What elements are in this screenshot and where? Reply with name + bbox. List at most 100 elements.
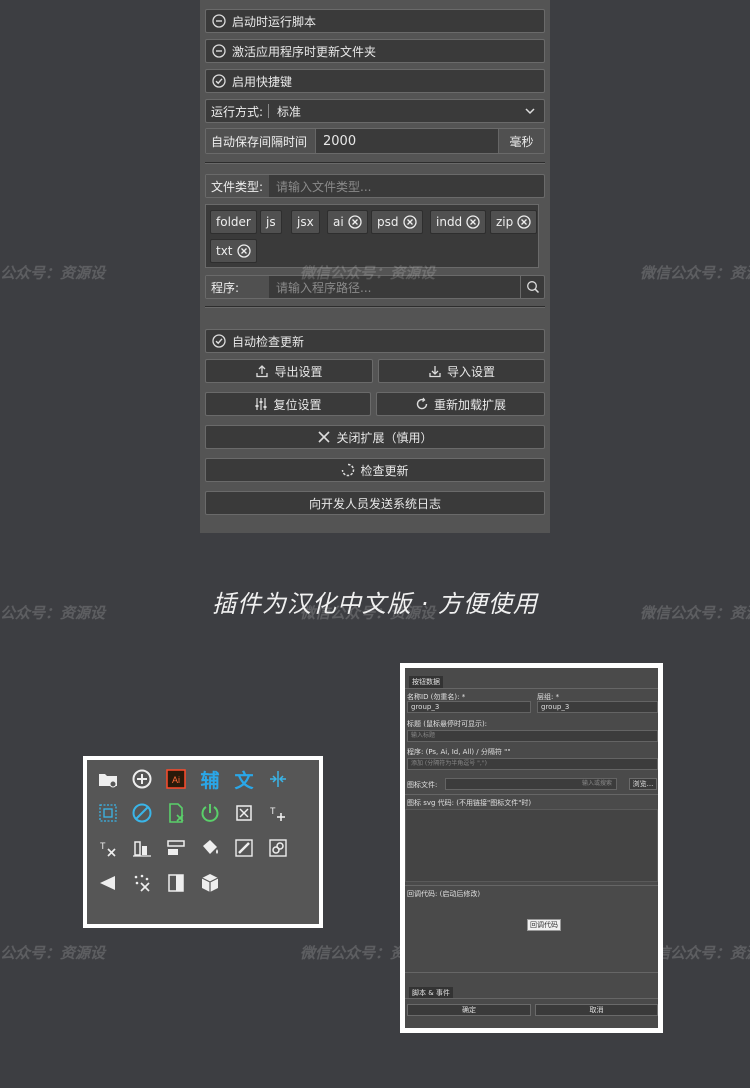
reset-settings-button[interactable]: 复位设置: [205, 392, 371, 416]
remove-tag-icon[interactable]: [402, 215, 417, 229]
check-update-button[interactable]: 检查更新: [205, 458, 545, 482]
ok-button[interactable]: 确定: [407, 1004, 531, 1016]
file-remove-icon[interactable]: [164, 801, 188, 825]
send-log-button[interactable]: 向开发人员发送系统日志: [205, 491, 545, 515]
name-input[interactable]: group_3: [407, 701, 531, 713]
power-icon[interactable]: [198, 801, 222, 825]
autosave-input[interactable]: 2000: [316, 129, 498, 153]
callback-code-button[interactable]: 回调代码: [527, 919, 561, 931]
divider: [268, 104, 270, 118]
toggle-shortcuts[interactable]: 启用快捷键: [205, 69, 545, 93]
check-circle-icon: [212, 334, 226, 348]
cancel-button[interactable]: 取消: [535, 1004, 658, 1016]
close-extension-button[interactable]: 关闭扩展（慎用）: [205, 425, 545, 449]
illustrator-icon[interactable]: Ai: [164, 767, 188, 791]
caption: 插件为汉化中文版 · 方便使用: [212, 590, 538, 618]
tag-label: js: [266, 215, 276, 229]
link-icon[interactable]: [266, 836, 290, 860]
search-icon[interactable]: [520, 276, 544, 298]
callback-label: 回调代码: (启动后修改): [407, 890, 481, 898]
refresh-icon: [416, 397, 428, 410]
text-char-icon[interactable]: 文: [232, 767, 256, 792]
title-label: 标题 (鼠标悬停时可显示):: [407, 720, 488, 728]
svg-code-textarea[interactable]: [405, 809, 658, 882]
divider: [405, 794, 658, 795]
watermark: 公众号：资源设: [0, 944, 106, 962]
button-label: 关闭扩展（慎用）: [336, 430, 433, 445]
title-input[interactable]: 输入标题: [407, 730, 658, 742]
button-label: 检查更新: [360, 463, 409, 478]
section-title: 按钮数据: [409, 676, 443, 688]
divider: [405, 885, 658, 886]
program-label: 程序: (Ps, Ai, Id, All) / 分隔符 "": [407, 748, 511, 756]
scatter-remove-icon[interactable]: [130, 871, 154, 895]
upload-icon: [256, 365, 269, 378]
crop-icon[interactable]: [232, 801, 256, 825]
minus-circle-icon: [212, 14, 226, 28]
button-label: 向开发人员发送系统日志: [308, 496, 441, 511]
watermark: 微信公众号：资源设: [640, 264, 750, 282]
ai-icon-label: Ai: [172, 775, 180, 785]
sliders-icon: [255, 398, 267, 410]
reload-extension-button[interactable]: 重新加载扩展: [376, 392, 545, 416]
paint-bucket-icon[interactable]: [198, 836, 222, 860]
tag-label: indd: [436, 215, 463, 229]
program-input[interactable]: 添加 (分隔符为半角逗号 ","): [407, 758, 658, 770]
icon-file-input[interactable]: 输入或搜索: [445, 778, 617, 790]
text-add-icon[interactable]: T: [266, 801, 290, 825]
tag-ai: ai: [327, 210, 368, 234]
toggle-update-folder[interactable]: 激活应用程序时更新文件夹: [205, 39, 545, 63]
button-label: 复位设置: [273, 397, 322, 412]
tag-label: zip: [496, 215, 514, 229]
download-icon: [429, 366, 441, 378]
remove-tag-icon[interactable]: [236, 244, 251, 258]
check-circle-icon: [212, 74, 226, 88]
toggle-label: 自动检查更新: [232, 334, 305, 349]
browse-button[interactable]: 浏览...: [629, 778, 657, 790]
file-type-input[interactable]: 请输入文件类型...: [269, 178, 371, 195]
bar-align-icon[interactable]: [130, 836, 154, 860]
remove-tag-icon[interactable]: [517, 215, 531, 229]
remove-tag-icon[interactable]: [466, 215, 480, 229]
tag-js: js: [260, 210, 282, 234]
assist-char-icon[interactable]: 辅: [198, 767, 222, 792]
autosave-label: 自动保存间隔时间: [206, 129, 316, 153]
toggle-label: 激活应用程序时更新文件夹: [232, 44, 377, 59]
tag-label: jsx: [297, 215, 314, 229]
no-icon[interactable]: [130, 801, 154, 825]
run-mode-value: 标准: [277, 104, 302, 119]
toggle-label: 启动时运行脚本: [232, 14, 317, 29]
remove-tag-icon[interactable]: [348, 215, 362, 229]
minus-circle-icon: [212, 44, 226, 58]
group-input[interactable]: group_3: [537, 701, 658, 713]
import-settings-button[interactable]: 导入设置: [378, 359, 545, 383]
button-label: 导入设置: [446, 364, 495, 379]
text-remove-icon[interactable]: T: [96, 836, 120, 860]
autosave-unit: 毫秒: [498, 129, 544, 153]
add-circle-icon[interactable]: [130, 767, 154, 791]
icon-toolbar: Ai 辅 文 T T: [83, 756, 323, 928]
autosave-row: 自动保存间隔时间 2000 毫秒: [205, 128, 545, 154]
tag-jsx: jsx: [291, 210, 320, 234]
triangle-icon[interactable]: [96, 871, 120, 895]
toggle-run-on-start[interactable]: 启动时运行脚本: [205, 9, 545, 33]
run-mode-select[interactable]: 运行方式: 标准: [205, 99, 545, 123]
folder-icon[interactable]: [96, 767, 120, 791]
tag-label: folder: [216, 215, 251, 229]
grid-select-icon[interactable]: [96, 801, 120, 825]
tag-txt: txt: [210, 239, 257, 263]
toggle-auto-update[interactable]: 自动检查更新: [205, 329, 545, 353]
layout-icon[interactable]: [164, 836, 188, 860]
divider: [405, 998, 658, 999]
button-label: 导出设置: [274, 364, 323, 379]
half-rect-icon[interactable]: [164, 871, 188, 895]
tag-folder: folder: [210, 210, 257, 234]
export-settings-button[interactable]: 导出设置: [205, 359, 373, 383]
align-center-icon[interactable]: [266, 767, 290, 791]
file-type-label: 文件类型:: [206, 175, 269, 197]
icon-file-label: 图标文件:: [407, 781, 438, 789]
tag-label: ai: [333, 215, 344, 229]
divider: [405, 972, 658, 973]
pen-icon[interactable]: [232, 836, 256, 860]
cube-icon[interactable]: [198, 871, 222, 895]
